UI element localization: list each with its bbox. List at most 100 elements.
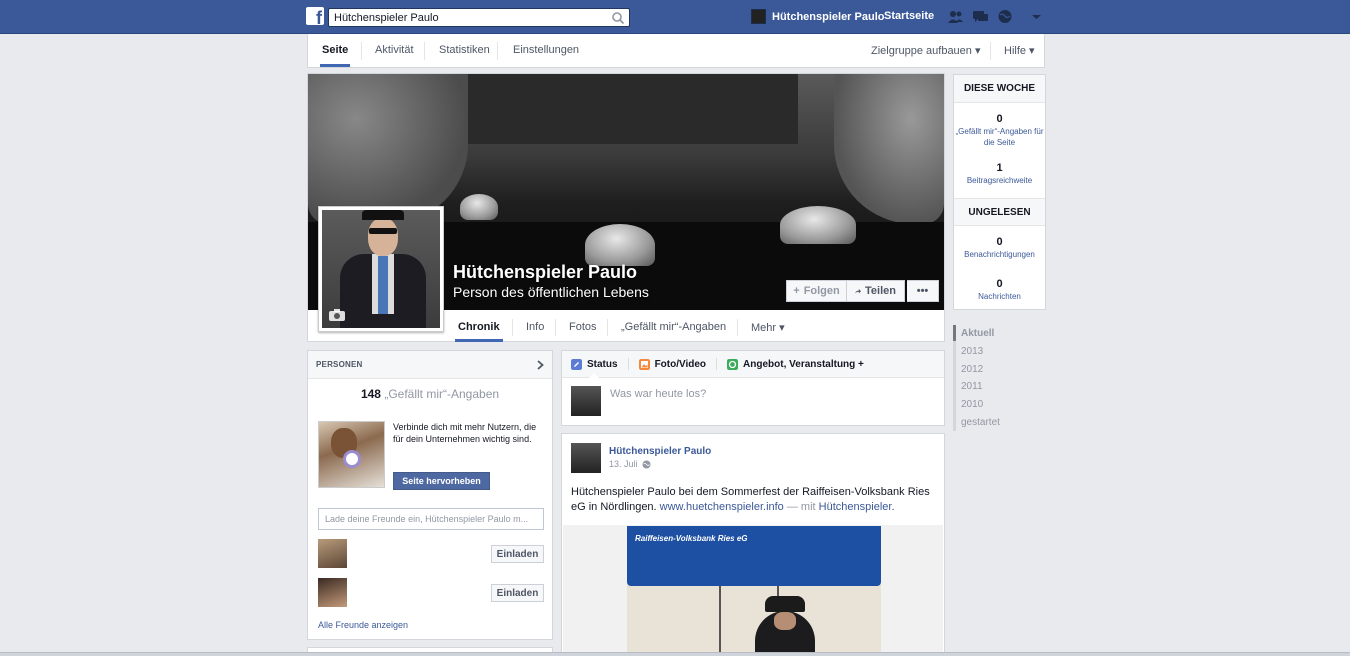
- divider: [512, 319, 513, 336]
- people-card-header[interactable]: PERSONEN: [308, 351, 552, 379]
- window-bottom-edge: [0, 652, 1350, 656]
- tab-info[interactable]: Info: [526, 321, 544, 333]
- divider: [361, 42, 362, 60]
- tab-aktivitaet[interactable]: Aktivität: [375, 44, 414, 56]
- divider: [555, 319, 556, 336]
- page-header-card: Hütchenspieler Paulo Person des öffentli…: [307, 73, 945, 342]
- facebook-logo-icon[interactable]: f: [306, 7, 324, 28]
- more-options-button[interactable]: •••: [907, 280, 939, 302]
- year-gestartet[interactable]: gestartet: [961, 417, 1000, 428]
- reach-stat[interactable]: 1 Beitragsreichweite: [954, 154, 1045, 198]
- timeline-tabs: Chronik Info Fotos „Gefällt mir“-Angaben…: [308, 310, 944, 342]
- follow-label: Folgen: [803, 285, 840, 297]
- year-aktuell[interactable]: Aktuell: [961, 328, 994, 339]
- tab-einstellungen[interactable]: Einstellungen: [513, 44, 579, 56]
- cover-action-buttons: + Folgen Teilen •••: [786, 280, 939, 302]
- user-avatar: [751, 9, 766, 24]
- friend-avatar[interactable]: [318, 578, 347, 607]
- likes-stat-count: 0: [996, 113, 1003, 125]
- top-bar: f Hütchenspieler Paulo Startseite: [0, 0, 1350, 34]
- cover-background-shape: [468, 74, 798, 144]
- facebook-logo-letter: f: [316, 8, 322, 28]
- invite-button[interactable]: Einladen: [491, 545, 544, 563]
- friend-suggestion: Einladen: [318, 539, 544, 569]
- notifications-stat-count: 0: [996, 236, 1003, 248]
- year-2012[interactable]: 2012: [961, 364, 983, 375]
- page-category: Person des öffentlichen Lebens: [453, 284, 649, 300]
- cover-hand-left: [308, 74, 468, 224]
- messages-icon[interactable]: [972, 9, 989, 24]
- cover-shell-1: [585, 224, 655, 266]
- build-audience-menu[interactable]: Zielgruppe aufbauen ▾: [871, 44, 981, 57]
- cover-hand-right: [834, 74, 944, 224]
- share-button[interactable]: Teilen: [847, 280, 905, 302]
- photo-umbrella-text: Raiffeisen-Volksbank Ries eG: [635, 534, 748, 543]
- post-with-label: — mit: [786, 501, 816, 513]
- notifications-stat[interactable]: 0 Benachrichtigungen: [954, 226, 1045, 268]
- page-likes-label: „Gefällt mir“-Angaben: [384, 387, 500, 401]
- globe-icon[interactable]: [642, 460, 651, 469]
- composer-tab-status[interactable]: Status: [571, 358, 618, 370]
- people-card: PERSONEN 148 „Gefällt mir“-Angaben Verbi…: [307, 350, 553, 640]
- divider: [716, 358, 718, 370]
- search-input[interactable]: [329, 9, 599, 26]
- post-date-text[interactable]: 13. Juli: [609, 459, 638, 469]
- composer-input[interactable]: Was war heute los?: [610, 388, 706, 400]
- share-arrow-icon: [855, 288, 862, 293]
- page-likes-count[interactable]: 148 „Gefällt mir“-Angaben: [308, 387, 552, 401]
- home-link[interactable]: Startseite: [884, 10, 934, 22]
- invite-button[interactable]: Einladen: [491, 584, 544, 602]
- post-photo[interactable]: Raiffeisen-Volksbank Ries eG: [627, 526, 881, 656]
- divider: [497, 42, 498, 60]
- messages-stat-count: 0: [996, 278, 1003, 290]
- cover-shell-2: [780, 206, 856, 244]
- messages-stat-label: Nachrichten: [978, 292, 1021, 301]
- unread-header: UNGELESEN: [954, 198, 1045, 226]
- search-icon[interactable]: [611, 11, 625, 25]
- divider: [737, 319, 738, 336]
- year-2011[interactable]: 2011: [961, 381, 983, 392]
- friend-requests-icon[interactable]: [947, 9, 964, 24]
- tab-fotos[interactable]: Fotos: [569, 321, 597, 333]
- composer-tab-photo[interactable]: Foto/Video: [638, 358, 706, 370]
- friend-avatar[interactable]: [318, 539, 347, 568]
- reach-stat-label: Beitragsreichweite: [966, 176, 1033, 185]
- profile-figure-tie: [378, 256, 388, 314]
- composer-tab-offer-event[interactable]: Angebot, Veranstaltung +: [727, 358, 864, 370]
- year-2013[interactable]: 2013: [961, 346, 983, 357]
- show-all-friends-link[interactable]: Alle Freunde anzeigen: [318, 620, 408, 630]
- tab-statistiken[interactable]: Statistiken: [439, 44, 490, 56]
- timeline-post: Hütchenspieler Paulo 13. Juli Hütchenspi…: [561, 433, 945, 656]
- messages-stat[interactable]: 0 Nachrichten: [954, 268, 1045, 308]
- offer-tab-label: Angebot, Veranstaltung +: [743, 358, 864, 370]
- notifications-globe-icon[interactable]: [997, 9, 1014, 24]
- post-link[interactable]: www.huetchenspieler.info: [660, 501, 784, 513]
- tab-more[interactable]: Mehr ▾: [751, 321, 785, 334]
- tab-seite[interactable]: Seite: [322, 44, 348, 56]
- post-author-name[interactable]: Hütchenspieler Paulo: [609, 446, 711, 457]
- tab-chronik[interactable]: Chronik: [458, 321, 500, 333]
- account-menu-chevron-icon[interactable]: [1028, 9, 1045, 24]
- stats-sidebar: DIESE WOCHE 0 „Gefällt mir“-Angaben für …: [953, 74, 1046, 310]
- help-menu[interactable]: Hilfe ▾: [1004, 44, 1035, 57]
- divider: [627, 358, 629, 370]
- search-box[interactable]: [328, 8, 630, 27]
- likes-stat[interactable]: 0 „Gefällt mir“-Angaben für die Seite: [954, 103, 1045, 154]
- follow-button[interactable]: + Folgen: [786, 280, 847, 302]
- page-name: Hütchenspieler Paulo: [453, 262, 638, 282]
- photo-icon: [638, 358, 650, 370]
- top-user-link[interactable]: Hütchenspieler Paulo: [751, 9, 884, 24]
- post-author-avatar[interactable]: [571, 443, 601, 473]
- year-2010[interactable]: 2010: [961, 399, 983, 410]
- tab-likes[interactable]: „Gefällt mir“-Angaben: [621, 321, 726, 333]
- status-tab-label: Status: [587, 358, 618, 370]
- timeline-active-marker: [953, 325, 956, 341]
- notifications-stat-label: Benachrichtigungen: [964, 250, 1035, 259]
- plus-icon: +: [793, 285, 800, 297]
- invite-friends-input[interactable]: Lade deine Freunde ein, Hütchenspieler P…: [318, 508, 544, 530]
- chevron-right-icon[interactable]: [537, 359, 544, 370]
- promote-page-button[interactable]: Seite hervorheben: [393, 472, 490, 490]
- post-tagged-link[interactable]: Hütchenspieler.: [819, 501, 895, 513]
- page-likes-number: 148: [360, 387, 381, 401]
- composer-tabs: Status Foto/Video Angebot, Veranstaltung…: [562, 351, 944, 378]
